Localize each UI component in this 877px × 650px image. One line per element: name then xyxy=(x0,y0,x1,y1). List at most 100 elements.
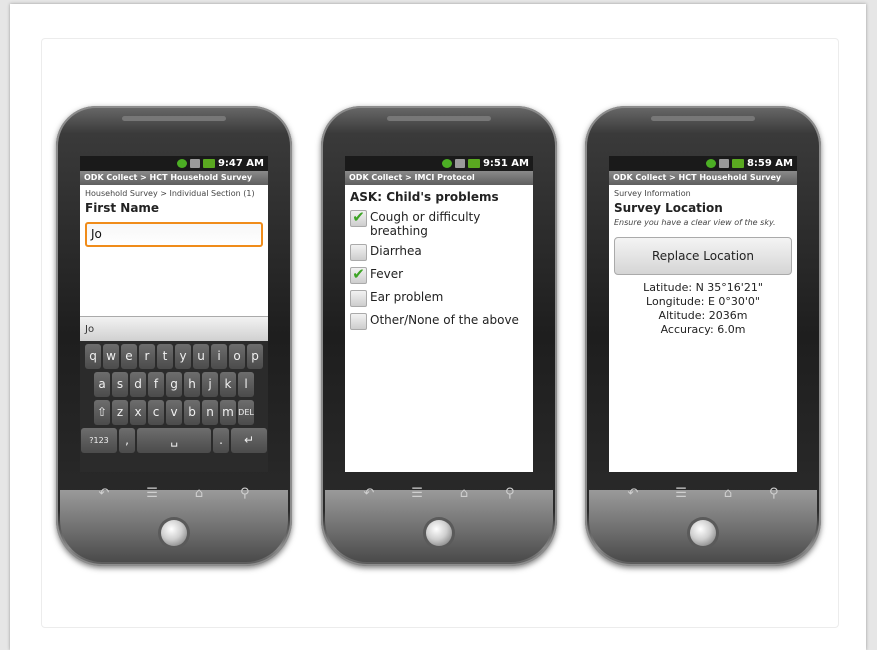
keyboard-key[interactable]: i xyxy=(211,344,227,369)
phone-screen: 8:59 AM ODK Collect > HCT Household Surv… xyxy=(609,156,797,472)
option-item[interactable]: ✔ Cough or difficulty breathing xyxy=(350,210,528,238)
home-icon[interactable]: ⌂ xyxy=(460,486,468,501)
back-icon[interactable]: ↶ xyxy=(363,486,374,501)
keyboard-key[interactable]: c xyxy=(148,400,164,425)
replace-location-button[interactable]: Replace Location xyxy=(614,237,792,275)
home-icon[interactable]: ⌂ xyxy=(724,486,732,501)
latitude-text: Latitude: N 35°16'21" xyxy=(643,281,763,294)
checkbox[interactable]: ✔ xyxy=(350,313,367,330)
menu-icon[interactable]: ☰ xyxy=(146,486,158,501)
keyboard-key[interactable]: . xyxy=(213,428,229,453)
keyboard-key[interactable]: g xyxy=(166,372,182,397)
status-bar: 9:47 AM xyxy=(80,156,268,171)
search-icon[interactable]: ⚲ xyxy=(505,486,515,501)
trackball[interactable] xyxy=(161,520,187,546)
keyboard-row: ?123, ␣. ↵ xyxy=(81,428,267,453)
checkbox[interactable]: ✔ xyxy=(350,210,367,227)
battery-icon xyxy=(467,159,480,168)
search-icon[interactable]: ⚲ xyxy=(769,486,779,501)
keyboard-key[interactable]: r xyxy=(139,344,155,369)
phone-location: 8:59 AM ODK Collect > HCT Household Surv… xyxy=(585,106,821,566)
checkbox[interactable]: ✔ xyxy=(350,290,367,307)
option-label: Ear problem xyxy=(370,290,444,304)
home-icon[interactable]: ⌂ xyxy=(195,486,203,501)
accuracy-text: Accuracy: 6.0m xyxy=(660,323,746,336)
keyboard-key[interactable]: f xyxy=(148,372,164,397)
keyboard-key[interactable]: e xyxy=(121,344,137,369)
suggestion-bar[interactable]: Jo xyxy=(80,316,268,342)
app-title-bar: ODK Collect > HCT Household Survey xyxy=(609,171,797,185)
keyboard-key[interactable]: DEL xyxy=(238,400,254,425)
question-hint: Ensure you have a clear view of the sky. xyxy=(614,218,776,227)
battery-icon xyxy=(731,159,744,168)
keyboard-key[interactable]: z xyxy=(112,400,128,425)
signal-icon xyxy=(718,159,729,168)
keyboard-key[interactable]: t xyxy=(157,344,173,369)
back-icon[interactable]: ↶ xyxy=(98,486,109,501)
keyboard-key[interactable]: q xyxy=(85,344,101,369)
question-title: First Name xyxy=(85,201,160,215)
trackball[interactable] xyxy=(690,520,716,546)
app-title-bar: ODK Collect > IMCI Protocol xyxy=(345,171,533,185)
keyboard-key[interactable]: w xyxy=(103,344,119,369)
option-item[interactable]: ✔Ear problem xyxy=(350,290,528,307)
location-readout: Latitude: N 35°16'21" Longitude: E 0°30'… xyxy=(609,281,797,337)
keyboard-key[interactable]: a xyxy=(94,372,110,397)
keyboard-key[interactable]: o xyxy=(229,344,245,369)
option-label: Other/None of the above xyxy=(370,313,519,327)
battery-icon xyxy=(202,159,215,168)
keyboard-key[interactable]: j xyxy=(202,372,218,397)
keyboard-key[interactable]: d xyxy=(130,372,146,397)
option-item[interactable]: ✔Other/None of the above xyxy=(350,313,528,330)
keyboard-key[interactable]: l xyxy=(238,372,254,397)
sync-icon xyxy=(176,159,187,168)
signal-icon xyxy=(189,159,200,168)
keyboard-key[interactable]: p xyxy=(247,344,263,369)
keyboard-key[interactable]: n xyxy=(202,400,218,425)
breadcrumb: Household Survey > Individual Section (1… xyxy=(85,189,255,198)
first-name-input[interactable]: Jo xyxy=(85,222,263,247)
keyboard-key[interactable]: u xyxy=(193,344,209,369)
keyboard-row: ⇧ z x c v b n m DEL xyxy=(81,400,267,425)
keyboard-key[interactable]: ?123 xyxy=(81,428,117,453)
keyboard-key[interactable]: ⇧ xyxy=(94,400,110,425)
altitude-text: Altitude: 2036m xyxy=(658,309,748,322)
keyboard-row: asdfghjkl xyxy=(81,372,267,397)
option-label: Diarrhea xyxy=(370,244,422,258)
keyboard-key[interactable]: ↵ xyxy=(231,428,267,453)
option-item[interactable]: ✔Diarrhea xyxy=(350,244,528,261)
back-icon[interactable]: ↶ xyxy=(627,486,638,501)
softkey-bar: ↶ ☰ ⌂ ⚲ xyxy=(609,482,797,504)
softkey-bar: ↶ ☰ ⌂ ⚲ xyxy=(345,482,533,504)
phone-imci: 9:51 AM ODK Collect > IMCI Protocol ASK:… xyxy=(321,106,557,566)
trackball[interactable] xyxy=(426,520,452,546)
phone-first-name: 9:47 AM ODK Collect > HCT Household Surv… xyxy=(56,106,292,566)
keyboard-key[interactable]: ␣ xyxy=(137,428,211,453)
app-title-bar: ODK Collect > HCT Household Survey xyxy=(80,171,268,185)
keyboard-key[interactable]: h xyxy=(184,372,200,397)
keyboard-key[interactable]: x xyxy=(130,400,146,425)
status-time: 9:47 AM xyxy=(217,158,264,169)
signal-icon xyxy=(454,159,465,168)
question-title: Survey Location xyxy=(614,201,723,215)
status-bar: 8:59 AM xyxy=(609,156,797,171)
menu-icon[interactable]: ☰ xyxy=(411,486,423,501)
option-label: Fever xyxy=(370,267,404,281)
status-time: 9:51 AM xyxy=(482,158,529,169)
search-icon[interactable]: ⚲ xyxy=(240,486,250,501)
keyboard-key[interactable]: y xyxy=(175,344,191,369)
keyboard-key[interactable]: s xyxy=(112,372,128,397)
option-label: Cough or difficulty breathing xyxy=(370,210,481,238)
keyboard-key[interactable]: b xyxy=(184,400,200,425)
option-item[interactable]: ✔ Fever xyxy=(350,267,528,284)
menu-icon[interactable]: ☰ xyxy=(675,486,687,501)
phone-screen: 9:51 AM ODK Collect > IMCI Protocol ASK:… xyxy=(345,156,533,472)
keyboard-key[interactable]: m xyxy=(220,400,236,425)
status-bar: 9:51 AM xyxy=(345,156,533,171)
keyboard-row: qwertyuiop xyxy=(81,344,267,369)
keyboard-key[interactable]: v xyxy=(166,400,182,425)
checkbox[interactable]: ✔ xyxy=(350,244,367,261)
keyboard-key[interactable]: , xyxy=(119,428,135,453)
keyboard-key[interactable]: k xyxy=(220,372,236,397)
checkbox[interactable]: ✔ xyxy=(350,267,367,284)
